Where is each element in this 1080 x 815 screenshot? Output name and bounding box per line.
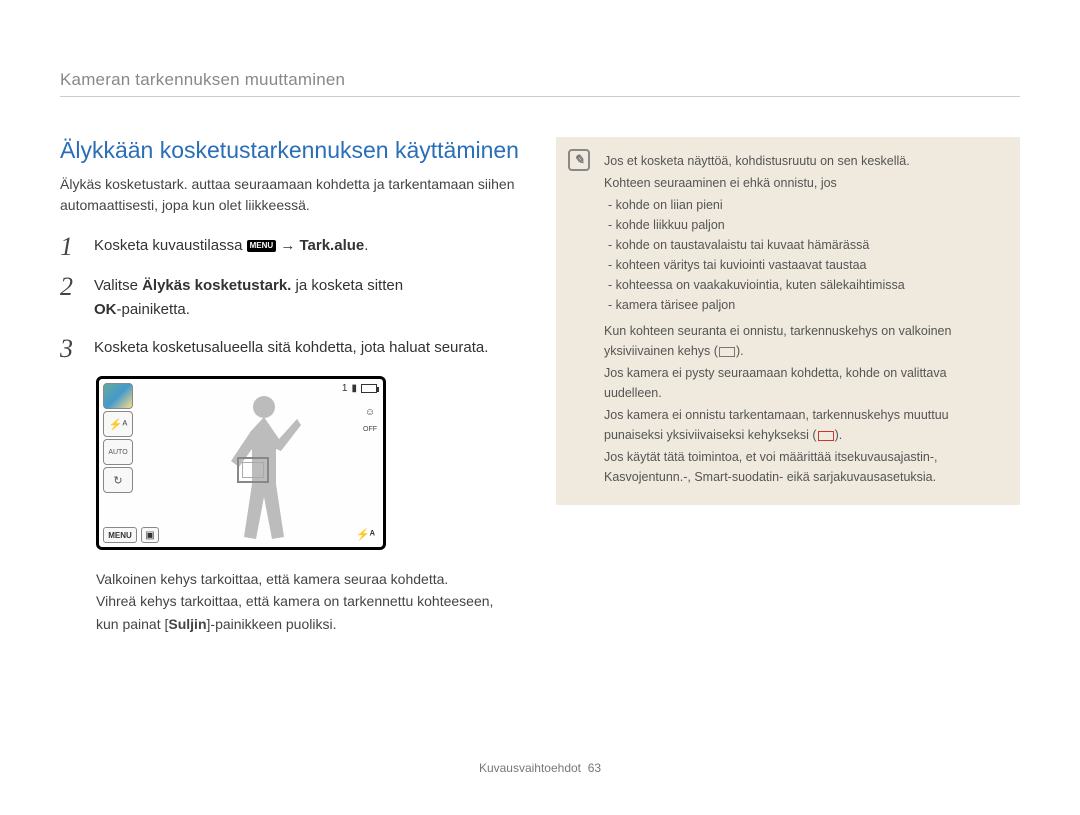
off-indicator: OFF bbox=[363, 426, 377, 433]
note-line: Vihreä kehys tarkoittaa, että kamera on … bbox=[96, 590, 514, 635]
info-line: Jos käytät tätä toimintoa, et voi määrit… bbox=[604, 447, 1002, 487]
step-body: Kosketa kuvaustilassa MENU → Tark.alue. bbox=[94, 234, 524, 258]
info-bullet: kohde liikkuu paljon bbox=[604, 215, 1002, 235]
step-text: ja kosketa sitten bbox=[296, 277, 404, 294]
shot-count: 1 bbox=[342, 383, 348, 394]
note-line: Valkoinen kehys tarkoittaa, että kamera … bbox=[96, 568, 514, 590]
flash-auto-icon: ⚡ᴬ bbox=[103, 411, 133, 437]
info-line: Jos kamera ei onnistu tarkentamaan, tark… bbox=[604, 405, 1002, 445]
step-post: -painiketta. bbox=[117, 301, 190, 318]
info-bullet: kohteessa on vaakakuviointia, kuten säle… bbox=[604, 275, 1002, 295]
step-bold: Tark.alue bbox=[299, 237, 364, 254]
storage-icon: ▮ bbox=[351, 383, 357, 394]
step-number: 2 bbox=[60, 274, 80, 300]
frame-notes: Valkoinen kehys tarkoittaa, että kamera … bbox=[96, 568, 514, 635]
note-icon: ✎ bbox=[568, 149, 590, 171]
step-number: 1 bbox=[60, 234, 80, 260]
step-bold: Älykäs kosketustark. bbox=[142, 277, 291, 294]
step-post: . bbox=[364, 237, 368, 254]
arrow-icon: → bbox=[280, 237, 299, 254]
info-bullet: kamera tärisee paljon bbox=[604, 295, 1002, 315]
menu-button-icon: MENU bbox=[103, 527, 137, 543]
white-frame-icon bbox=[719, 347, 735, 357]
battery-icon bbox=[361, 384, 377, 393]
info-box: ✎ Jos et kosketa näyttöä, kohdistusruutu… bbox=[556, 137, 1020, 505]
flash-auto-indicator: ⚡ᴬ bbox=[356, 528, 375, 541]
step-number: 3 bbox=[60, 336, 80, 362]
info-line: Kun kohteen seuranta ei onnistu, tarkenn… bbox=[604, 321, 1002, 361]
section-intro: Älykäs kosketustark. auttaa seuraamaan k… bbox=[60, 174, 524, 216]
info-line: Jos et kosketa näyttöä, kohdistusruutu o… bbox=[604, 151, 1002, 171]
timer-icon: ↻ bbox=[103, 467, 133, 493]
focus-frame-icon bbox=[237, 457, 269, 483]
step-text: Valitse bbox=[94, 277, 142, 294]
info-bullets: kohde on liian pieni kohde liikkuu paljo… bbox=[604, 195, 1002, 315]
info-text: Jos kamera ei onnistu tarkentamaan, tark… bbox=[604, 408, 949, 442]
camera-screen-illustration: ⚡ᴬ AUTO ↻ MENU ▣ 1 ▮ ☺ OFF ⚡ᴬ bbox=[96, 376, 386, 550]
info-line: Jos kamera ei pysty seuraamaan kohdetta,… bbox=[604, 363, 1002, 403]
step-2: 2 Valitse Älykäs kosketustark. ja kosket… bbox=[60, 274, 524, 322]
auto-mode-icon: AUTO bbox=[103, 439, 133, 465]
step-body: Valitse Älykäs kosketustark. ja kosketa … bbox=[94, 274, 524, 322]
section-title: Älykkään kosketustarkennuksen käyttämine… bbox=[60, 137, 524, 164]
info-text: ). bbox=[835, 428, 843, 442]
step-body: Kosketa kosketusalueella sitä kohdetta, … bbox=[94, 336, 524, 360]
menu-badge-icon: MENU bbox=[247, 240, 277, 252]
step-1: 1 Kosketa kuvaustilassa MENU → Tark.alue… bbox=[60, 234, 524, 260]
red-frame-icon bbox=[818, 431, 834, 441]
info-text: ). bbox=[736, 344, 744, 358]
thumbnail-icon bbox=[103, 383, 133, 409]
step-text: Kosketa kuvaustilassa bbox=[94, 237, 247, 254]
info-line: Kohteen seuraaminen ei ehkä onnistu, jos bbox=[604, 173, 1002, 193]
info-bullet: kohde on liian pieni bbox=[604, 195, 1002, 215]
ok-icon: OK bbox=[94, 301, 117, 318]
person-silhouette-icon bbox=[209, 389, 329, 549]
camera-status-bar: 1 ▮ bbox=[342, 383, 377, 394]
info-text: Kun kohteen seuranta ei onnistu, tarkenn… bbox=[604, 324, 951, 358]
info-bullet: kohteen väritys tai kuviointi vastaavat … bbox=[604, 255, 1002, 275]
step-3: 3 Kosketa kosketusalueella sitä kohdetta… bbox=[60, 336, 524, 362]
playback-icon: ▣ bbox=[141, 527, 159, 543]
right-column: ✎ Jos et kosketa näyttöä, kohdistusruutu… bbox=[556, 137, 1020, 635]
face-detect-icon: ☺ bbox=[365, 407, 375, 418]
shutter-bold: Suljin bbox=[168, 616, 206, 632]
page-footer: Kuvausvaihtoehdot 63 bbox=[0, 761, 1080, 775]
info-bullet: kohde on taustavalaistu tai kuvaat hämär… bbox=[604, 235, 1002, 255]
page-breadcrumb: Kameran tarkennuksen muuttaminen bbox=[60, 70, 1020, 97]
footer-label: Kuvausvaihtoehdot bbox=[479, 761, 581, 775]
page-number: 63 bbox=[588, 761, 601, 775]
note-text: ]-painikkeen puoliksi. bbox=[207, 616, 337, 632]
left-column: Älykkään kosketustarkennuksen käyttämine… bbox=[60, 137, 524, 635]
